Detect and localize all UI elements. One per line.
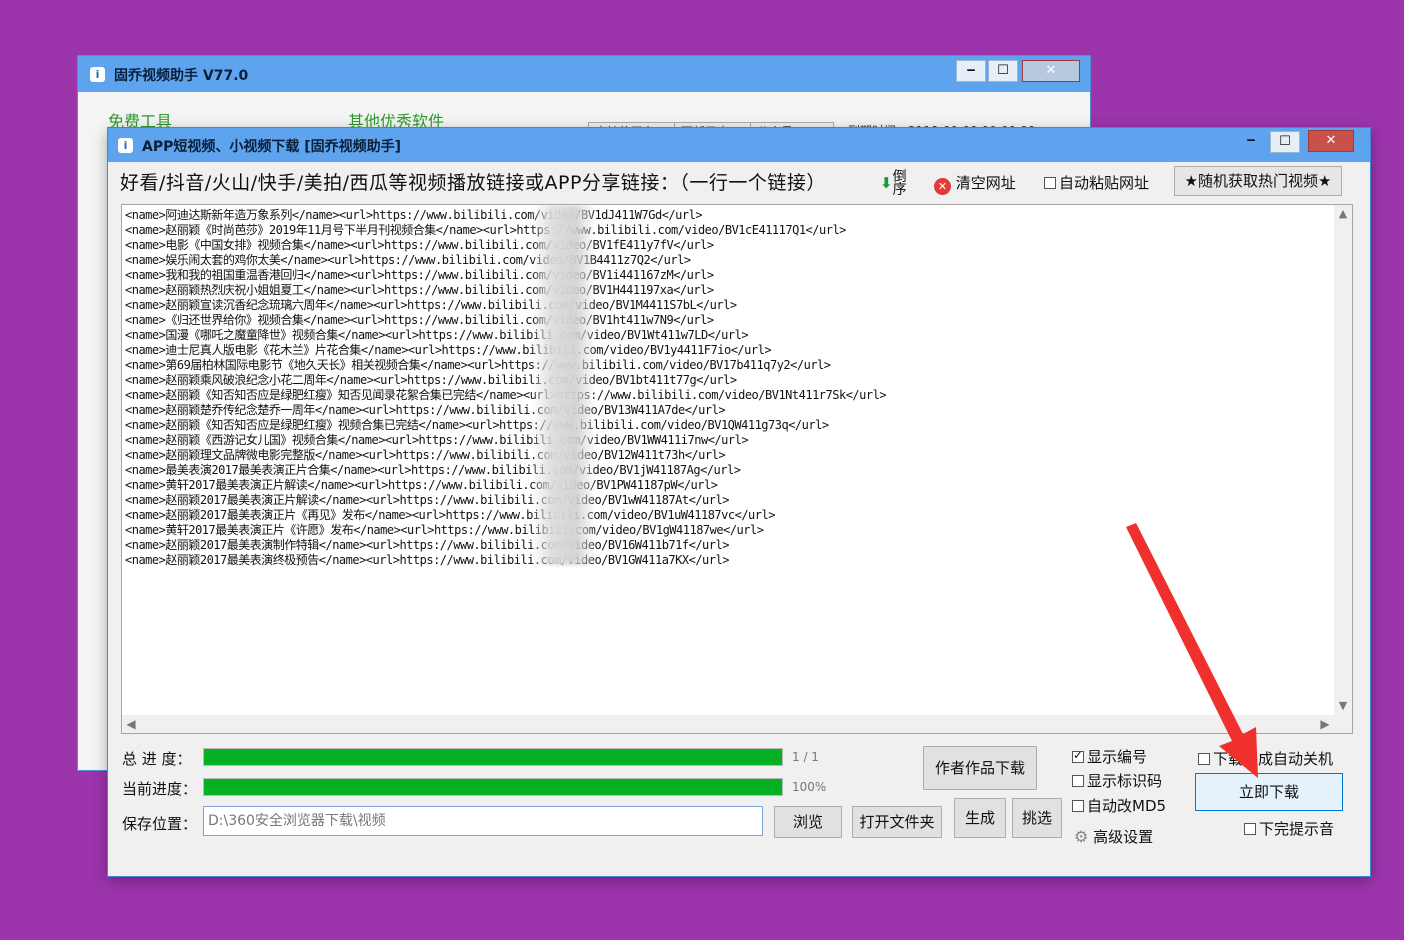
links-textarea[interactable]: <name>阿迪达斯新年造万象系列</name><url>https://www… bbox=[121, 204, 1353, 734]
link-prompt: 好看/抖音/火山/快手/美拍/西瓜等视频播放链接或APP分享链接：（一行一个链接… bbox=[120, 172, 826, 194]
minimize-button[interactable]: ‒ bbox=[1236, 131, 1266, 153]
back-close-button[interactable]: ✕ bbox=[1022, 60, 1080, 82]
total-progress-bar bbox=[203, 748, 783, 766]
show-number-checkbox[interactable]: 显示编号 bbox=[1072, 746, 1147, 767]
download-now-button[interactable]: 立即下载 bbox=[1195, 773, 1343, 811]
chevron-left-icon[interactable]: ◀ bbox=[122, 715, 140, 733]
done-sound-label: 下完提示音 bbox=[1259, 820, 1335, 838]
reverse-label: 倒序 bbox=[892, 168, 907, 198]
current-progress-bar bbox=[203, 778, 783, 796]
current-progress-label: 当前进度： bbox=[122, 780, 198, 798]
auto-md5-label: 自动改MD5 bbox=[1087, 797, 1167, 815]
back-titlebar[interactable]: i 固乔视频助手 V77.0 ‒ ☐ ✕ bbox=[78, 56, 1090, 92]
open-folder-button[interactable]: 打开文件夹 bbox=[852, 806, 942, 838]
checkbox-icon bbox=[1072, 800, 1084, 812]
show-id-checkbox[interactable]: 显示标识码 bbox=[1072, 770, 1162, 791]
down-arrow-icon: ⬇ bbox=[880, 174, 893, 192]
clear-urls-label: 清空网址 bbox=[955, 174, 1016, 192]
gear-icon: ⚙ bbox=[1074, 827, 1089, 846]
current-progress-text: 100% bbox=[792, 780, 827, 794]
total-progress-label: 总 进 度： bbox=[122, 750, 192, 768]
back-window-title: 固乔视频助手 V77.0 bbox=[114, 68, 249, 84]
maximize-button[interactable]: ☐ bbox=[1270, 131, 1300, 153]
advanced-settings-label: 高级设置 bbox=[1093, 828, 1154, 846]
auto-shutdown-checkbox[interactable]: 下载完成自动关机 bbox=[1198, 748, 1333, 769]
privacy-blur bbox=[534, 205, 594, 565]
show-id-label: 显示标识码 bbox=[1087, 772, 1163, 790]
random-hot-video-button[interactable]: ★随机获取热门视频★ bbox=[1174, 166, 1342, 196]
total-progress-text: 1 / 1 bbox=[792, 750, 819, 764]
front-window-title: APP短视频、小视频下载 [固乔视频助手] bbox=[142, 139, 402, 155]
current-progress-fill bbox=[204, 779, 782, 795]
author-works-download-button[interactable]: 作者作品下载 bbox=[923, 746, 1037, 790]
save-path-input[interactable]: D:\360安全浏览器下载\视频 bbox=[203, 806, 763, 836]
chevron-down-icon[interactable]: ▼ bbox=[1334, 697, 1352, 715]
close-button[interactable]: ✕ bbox=[1308, 130, 1354, 152]
back-maximize-button[interactable]: ☐ bbox=[988, 60, 1018, 82]
auto-shutdown-label: 下载完成自动关机 bbox=[1213, 750, 1334, 768]
chevron-up-icon[interactable]: ▲ bbox=[1334, 205, 1352, 223]
save-location-label: 保存位置： bbox=[122, 815, 198, 833]
show-number-label: 显示编号 bbox=[1087, 748, 1148, 766]
back-minimize-button[interactable]: ‒ bbox=[956, 60, 986, 82]
auto-paste-label: 自动粘贴网址 bbox=[1059, 174, 1150, 192]
app-icon: i bbox=[90, 67, 105, 82]
generate-button[interactable]: 生成 bbox=[954, 798, 1006, 838]
reverse-button[interactable]: ⬇倒序 bbox=[880, 168, 909, 198]
checkbox-icon bbox=[1072, 775, 1084, 787]
horizontal-scrollbar[interactable]: ◀ ▶ bbox=[122, 715, 1352, 733]
app-icon: i bbox=[118, 138, 133, 153]
clear-urls-button[interactable]: ✕ 清空网址 bbox=[934, 170, 1016, 196]
checkbox-icon bbox=[1198, 753, 1210, 765]
browse-button[interactable]: 浏览 bbox=[774, 806, 842, 838]
auto-paste-check-icon bbox=[1044, 177, 1056, 189]
total-progress-fill bbox=[204, 749, 782, 765]
vertical-scrollbar[interactable]: ▲ ▼ bbox=[1334, 205, 1352, 715]
checkbox-checked-icon bbox=[1072, 748, 1084, 763]
done-sound-checkbox[interactable]: 下完提示音 bbox=[1244, 818, 1334, 839]
pick-button[interactable]: 挑选 bbox=[1012, 798, 1062, 838]
chevron-right-icon[interactable]: ▶ bbox=[1316, 715, 1334, 733]
checkbox-icon bbox=[1244, 823, 1256, 835]
front-titlebar[interactable]: i APP短视频、小视频下载 [固乔视频助手] ‒ ☐ ✕ bbox=[108, 128, 1370, 162]
front-window: i APP短视频、小视频下载 [固乔视频助手] ‒ ☐ ✕ 好看/抖音/火山/快… bbox=[108, 128, 1370, 876]
auto-paste-checkbox[interactable]: 自动粘贴网址 bbox=[1044, 170, 1149, 196]
advanced-settings-button[interactable]: ⚙ 高级设置 bbox=[1074, 826, 1153, 847]
auto-md5-checkbox[interactable]: 自动改MD5 bbox=[1072, 795, 1166, 816]
links-text: <name>阿迪达斯新年造万象系列</name><url>https://www… bbox=[125, 208, 887, 567]
clear-icon: ✕ bbox=[934, 178, 951, 195]
